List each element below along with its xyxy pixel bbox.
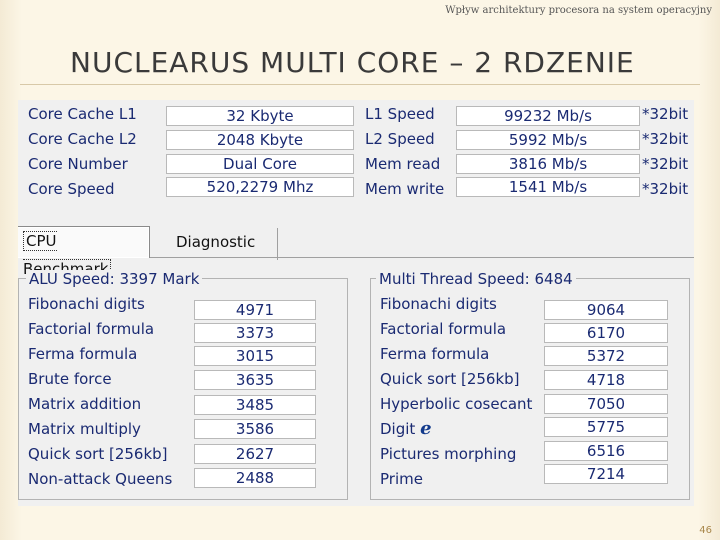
mt-row-label: Digit e — [380, 418, 432, 439]
mem-write-label: Mem write — [365, 180, 445, 198]
slide-title: NUCLEARUS MULTI CORE – 2 RDZENIE — [70, 46, 635, 79]
alu-row-value: 2488 — [194, 468, 316, 488]
slide-caption: Wpływ architektury procesora na system o… — [445, 5, 712, 16]
mt-row-value: 9064 — [544, 300, 668, 320]
core-number-value: Dual Core — [166, 154, 354, 174]
mem-read-label: Mem read — [365, 155, 441, 173]
core-cache-l2-label: Core Cache L2 — [28, 130, 137, 148]
mt-row-value: 6516 — [544, 441, 668, 461]
alu-row-value: 4971 — [194, 300, 316, 320]
core-cache-l1-value: 32 Kbyte — [166, 106, 354, 126]
mt-row-value: 5372 — [544, 346, 668, 366]
e-icon: e — [420, 418, 432, 439]
mt-row-label: Quick sort [256kb] — [380, 370, 520, 388]
alu-row-label: Factorial formula — [28, 320, 155, 338]
benchmark-screenshot: Core Cache L1 Core Cache L2 Core Number … — [18, 100, 694, 506]
alu-row-value: 3373 — [194, 323, 316, 343]
l2-speed-label: L2 Speed — [365, 130, 435, 148]
alu-row-value: 3015 — [194, 346, 316, 366]
mt-row-label: Prime — [380, 470, 423, 488]
mt-row-value: 7214 — [544, 464, 668, 484]
mt-digit-label: Digit — [380, 420, 416, 438]
multi-thread-title: Multi Thread Speed: 6484 — [376, 270, 576, 288]
core-cache-l2-value: 2048 Kbyte — [166, 130, 354, 150]
core-cache-l1-label: Core Cache L1 — [28, 105, 137, 123]
alu-row-value: 3635 — [194, 370, 316, 390]
mem-write-bits-label: *32bit — [642, 180, 689, 198]
alu-row-label: Non-attack Queens — [28, 470, 173, 488]
alu-row-label: Fibonachi digits — [28, 295, 145, 313]
mt-row-label: Hyperbolic cosecant — [380, 395, 533, 413]
mem-read-bits-label: *32bit — [642, 155, 689, 173]
alu-row-value: 3485 — [194, 395, 316, 415]
alu-row-label: Ferma formula — [28, 345, 138, 363]
alu-row-value: 2627 — [194, 444, 316, 464]
mem-write-value: 1541 Mb/s — [456, 177, 640, 197]
l2-speed-value: 5992 Mb/s — [456, 130, 640, 150]
mt-row-value: 7050 — [544, 394, 668, 414]
core-speed-value: 520,2279 Mhz — [166, 177, 354, 197]
mt-row-value: 6170 — [544, 323, 668, 343]
mt-row-label: Fibonachi digits — [380, 295, 497, 313]
tab-diagnostic[interactable]: Diagnostic — [168, 228, 278, 260]
tab-cpu-benchmark[interactable]: CPU Benchmark — [18, 226, 150, 279]
title-divider — [20, 84, 700, 85]
alu-row-label: Matrix addition — [28, 395, 142, 413]
alu-speed-title: ALU Speed: 3397 Mark — [26, 270, 203, 288]
slide-number: 46 — [699, 525, 712, 536]
alu-row-label: Matrix multiply — [28, 420, 141, 438]
core-number-label: Core Number — [28, 155, 128, 173]
alu-row-label: Brute force — [28, 370, 112, 388]
mt-row-value: 5775 — [544, 417, 668, 437]
l1-speed-label: L1 Speed — [365, 105, 435, 123]
core-speed-label: Core Speed — [28, 180, 115, 198]
alu-row-value: 3586 — [194, 419, 316, 439]
tab-diagnostic-label: Diagnostic — [176, 233, 256, 251]
alu-row-label: Quick sort [256kb] — [28, 445, 168, 463]
mt-row-label: Ferma formula — [380, 345, 490, 363]
mt-row-label: Pictures morphing — [380, 445, 517, 463]
l2-bits-label: *32bit — [642, 130, 689, 148]
mt-row-value: 4718 — [544, 370, 668, 390]
mem-read-value: 3816 Mb/s — [456, 154, 640, 174]
l1-speed-value: 99232 Mb/s — [456, 106, 640, 126]
l1-bits-label: *32bit — [642, 105, 689, 123]
mt-row-label: Factorial formula — [380, 320, 507, 338]
